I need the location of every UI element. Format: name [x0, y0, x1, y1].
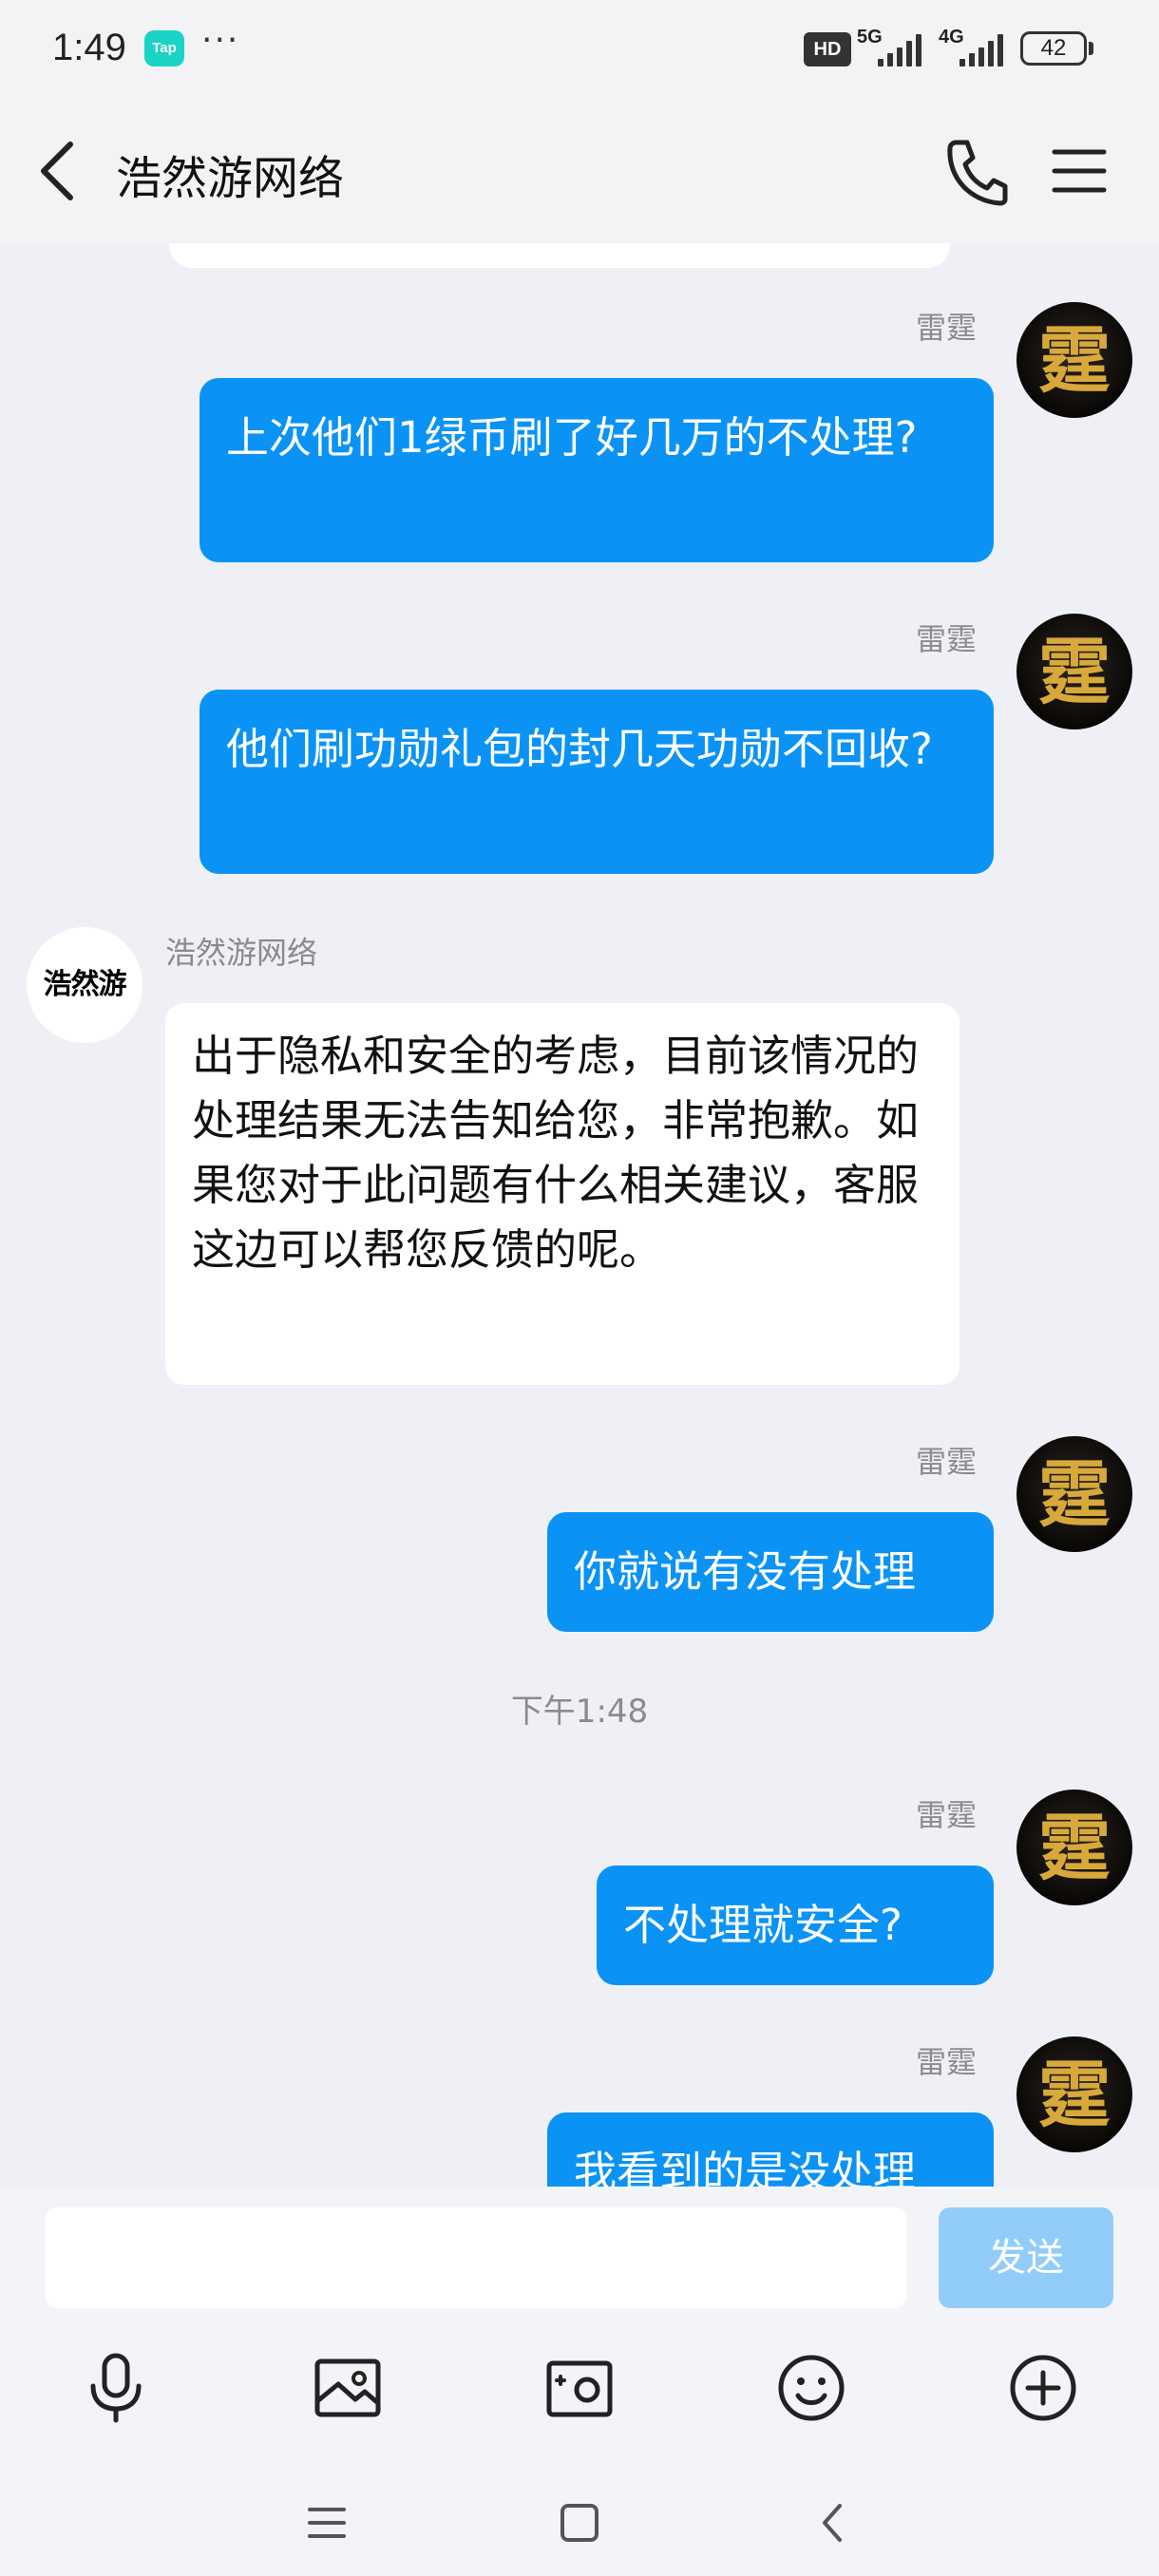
avatar-glyph: 霆	[1038, 1452, 1111, 1537]
nav-home-icon	[560, 2504, 598, 2542]
sender-name: 雷霆	[916, 1444, 978, 1480]
contact-avatar[interactable]: 浩然游	[27, 927, 142, 1043]
user-avatar[interactable]: 霆	[1016, 1790, 1132, 1905]
user-avatar[interactable]: 霆	[1016, 614, 1132, 729]
avatar-glyph: 霆	[1038, 2053, 1111, 2137]
user-avatar[interactable]: 霆	[1016, 2036, 1132, 2152]
message-bubble-sent[interactable]: 我看到的是没处理	[547, 2112, 994, 2187]
voice-button[interactable]	[78, 2350, 154, 2426]
nav-menu-button[interactable]	[298, 2494, 355, 2551]
message-timestamp: 下午1:48	[510, 1693, 649, 1731]
smiley-icon	[778, 2355, 845, 2421]
plus-circle-icon	[1010, 2355, 1076, 2421]
user-avatar[interactable]: 霆	[1016, 1436, 1132, 1552]
camera-button[interactable]	[542, 2350, 618, 2426]
message-bubble-sent[interactable]: 他们刷功勋礼包的封几天功勋不回收?	[200, 690, 994, 874]
previous-message-bubble	[169, 243, 950, 268]
nav-home-button[interactable]	[551, 2494, 608, 2551]
sender-name: 雷霆	[916, 1797, 978, 1833]
message-bubble-sent[interactable]: 上次他们1绿币刷了好几万的不处理?	[200, 378, 994, 562]
nav-back-icon	[823, 2504, 842, 2542]
avatar-glyph: 霆	[1038, 318, 1111, 403]
signal-4g-icon	[960, 34, 1009, 66]
call-button[interactable]	[942, 135, 1009, 207]
back-button[interactable]	[28, 137, 86, 205]
emoji-button[interactable]	[773, 2350, 849, 2426]
signal-5g-icon	[878, 34, 927, 66]
hamburger-menu-icon	[1052, 149, 1107, 193]
taptap-app-icon: Tap	[144, 30, 184, 66]
sender-name: 雷霆	[916, 2044, 978, 2080]
avatar-glyph: 霆	[1038, 630, 1111, 714]
chevron-left-icon	[41, 142, 73, 200]
more-notifications-icon: ···	[201, 21, 240, 60]
message-bubble-sent[interactable]: 你就说有没有处理	[547, 1512, 994, 1632]
status-time: 1:49	[52, 27, 126, 68]
sender-name: 雷霆	[916, 310, 978, 346]
image-icon	[314, 2358, 381, 2417]
hd-voice-icon: HD	[804, 32, 851, 66]
chat-title: 浩然游网络	[116, 152, 345, 205]
user-avatar[interactable]: 霆	[1016, 302, 1132, 418]
message-bubble-received[interactable]: 出于隐私和安全的考虑，目前该情况的处理结果无法告知给您，非常抱歉。如果您对于此问…	[165, 1003, 960, 1385]
battery-tip	[1089, 42, 1093, 55]
sender-name: 浩然游网络	[165, 935, 318, 971]
phone-icon	[947, 140, 1008, 206]
message-bubble-sent[interactable]: 不处理就安全?	[597, 1866, 994, 1985]
more-button[interactable]	[1005, 2350, 1081, 2426]
message-input[interactable]	[46, 2207, 906, 2308]
nav-menu-icon	[308, 2508, 346, 2538]
image-button[interactable]	[310, 2350, 386, 2426]
camera-icon	[546, 2360, 613, 2417]
menu-button[interactable]	[1045, 137, 1113, 205]
battery-icon: 42	[1020, 31, 1087, 66]
sender-name: 雷霆	[916, 621, 978, 657]
nav-back-button[interactable]	[804, 2494, 861, 2551]
status-bar: 1:49 Tap ··· HD 5G 4G 42	[0, 0, 1159, 99]
send-button[interactable]: 发送	[939, 2207, 1113, 2308]
battery-level: 42	[1040, 35, 1067, 61]
message-list[interactable]: 雷霆 霆 上次他们1绿币刷了好几万的不处理? 雷霆 霆 他们刷功勋礼包的封几天功…	[0, 243, 1159, 2187]
chat-header: 浩然游网络	[0, 99, 1159, 243]
microphone-icon	[90, 2353, 142, 2423]
avatar-glyph: 霆	[1038, 1806, 1111, 1890]
input-bar: 发送	[0, 2187, 1159, 2576]
